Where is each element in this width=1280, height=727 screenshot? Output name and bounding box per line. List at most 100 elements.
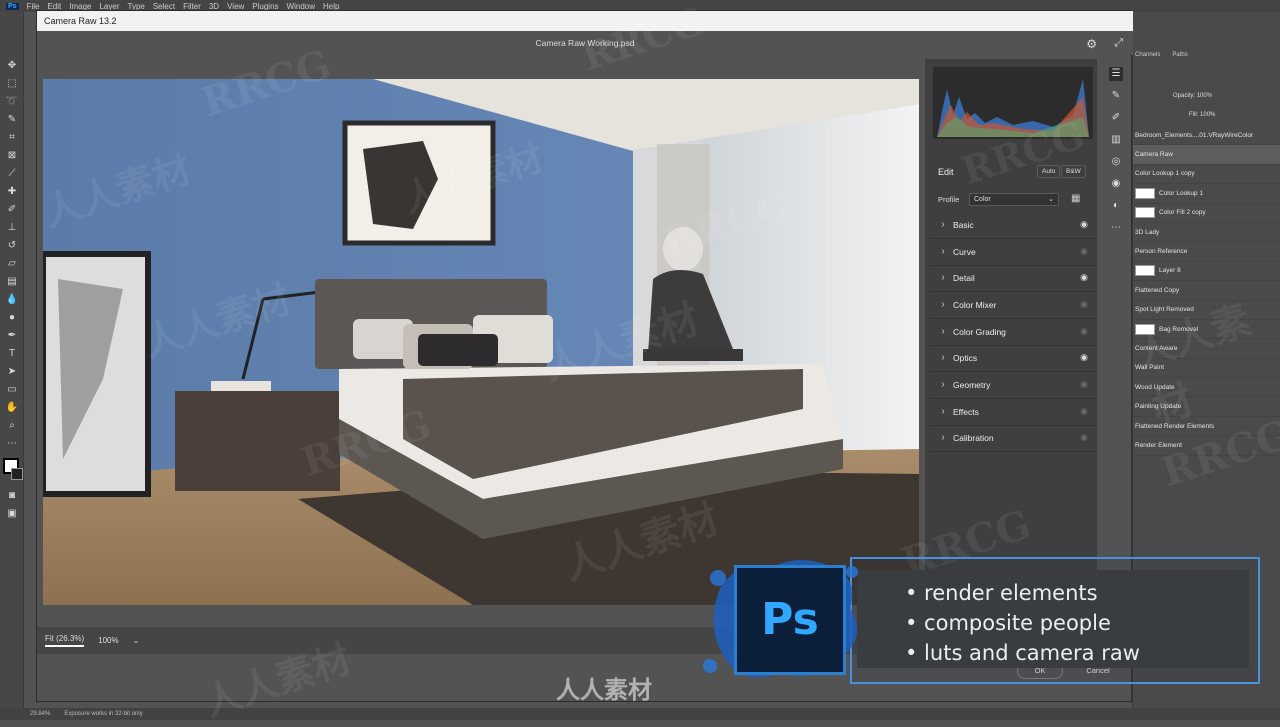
edit-sliders-icon[interactable]: ☰ [1109,67,1123,81]
layer-row[interactable]: Wall Paint [1133,359,1280,379]
layer-name: Render Element [1135,441,1182,449]
layer-row[interactable]: Flattened Copy [1133,281,1280,301]
profile-browser-icon[interactable]: ▦ [1071,193,1080,204]
eraser-tool-icon[interactable]: ▱ [5,258,19,270]
layer-row[interactable]: 3D Lady [1133,223,1280,243]
section-optics[interactable]: › Optics ◉ [930,345,1096,372]
zoom-100-option[interactable]: 100% [98,636,118,645]
fill-label: Fill: [1189,112,1199,118]
crop-tool-icon[interactable]: ⌗ [5,132,19,144]
layer-row[interactable]: Color Fill 2 copy [1133,204,1280,223]
bullet-item: • composite people [905,611,1111,635]
presets-icon[interactable]: ◐ [1109,199,1123,213]
pen-tool-icon[interactable]: ✒ [5,330,19,342]
quick-mask-icon[interactable]: ◙ [5,490,19,502]
type-tool-icon[interactable]: T [5,348,19,360]
eye-icon[interactable]: ◉ [1078,406,1090,417]
chevron-right-icon: › [941,299,945,311]
ps-app-icon: Ps [6,2,19,10]
section-color-mixer[interactable]: › Color Mixer ◉ [930,292,1096,319]
eye-icon[interactable]: ◉ [1078,299,1090,310]
section-geometry[interactable]: › Geometry ◉ [930,372,1096,399]
lasso-tool-icon[interactable]: ➰ [5,96,19,108]
section-label: Curve [953,246,976,257]
healing-tool-icon[interactable]: ✚ [5,186,19,198]
eye-icon[interactable]: ◉ [1078,272,1090,283]
opacity-value[interactable]: 100% [1197,93,1212,99]
chevron-down-icon[interactable]: ⌄ [133,636,140,645]
frame-tool-icon[interactable]: ⊠ [5,150,19,162]
move-tool-icon[interactable]: ✥ [5,60,19,72]
layer-name: Flattened Render Elements [1135,422,1215,430]
quick-select-tool-icon[interactable]: ✎ [5,114,19,126]
eye-icon[interactable]: ◉ [1078,432,1090,443]
fullscreen-icon[interactable]: ⤢ [1114,37,1123,50]
layer-row[interactable]: Person Reference [1133,242,1280,262]
layer-row[interactable]: Color Lookup 1 copy [1133,165,1280,185]
layer-row[interactable]: Bag Removal [1133,320,1280,340]
brush-tool-icon[interactable]: ✐ [5,204,19,216]
eye-icon[interactable]: ◉ [1078,379,1090,390]
section-calibration[interactable]: › Calibration ◉ [930,425,1096,452]
more-icon[interactable]: ⋯ [1109,221,1123,235]
tab-channels[interactable]: Channels [1135,52,1160,58]
section-curve[interactable]: › Curve ◉ [930,239,1096,266]
section-basic[interactable]: › Basic ◉ [930,212,1096,239]
zoom-fit-option[interactable]: Fit (26.3%) [45,634,85,647]
photoshop-logo-text: Ps [761,594,819,645]
graduated-filter-icon[interactable]: ▥ [1109,133,1123,147]
chevron-down-icon: ⌄ [1048,196,1054,203]
blur-tool-icon[interactable]: 💧 [5,294,19,306]
layer-row[interactable]: Flattened Render Elements [1133,417,1280,437]
more-tools-icon[interactable]: ⋯ [5,438,19,450]
zoom-tool-icon[interactable]: ⌕ [5,420,19,432]
chevron-right-icon: › [941,219,945,231]
rectangle-tool-icon[interactable]: ▭ [5,384,19,396]
path-select-tool-icon[interactable]: ➤ [5,366,19,378]
layer-row[interactable]: Wood Update [1133,378,1280,398]
eye-icon[interactable]: ◉ [1078,246,1090,257]
layer-name: Color Fill 2 copy [1159,209,1206,217]
mask-brush-icon[interactable]: ✐ [1109,111,1123,125]
layer-row[interactable]: Content Aware [1133,339,1280,359]
section-effects[interactable]: › Effects ◉ [930,399,1096,426]
dodge-tool-icon[interactable]: ● [5,312,19,324]
fill-control[interactable]: Fill: 100% [1189,112,1215,118]
section-color-grading[interactable]: › Color Grading ◉ [930,319,1096,346]
chevron-right-icon: › [941,406,945,418]
layer-row[interactable]: Bedroom_Elements....01.VRayWireColor [1133,126,1280,146]
tab-paths[interactable]: Paths [1172,52,1187,58]
image-preview[interactable] [43,79,919,605]
gear-icon[interactable]: ⚙ [1086,37,1097,51]
eye-icon[interactable]: ◉ [1078,219,1090,230]
healing-icon[interactable]: ✎ [1109,89,1123,103]
eye-icon[interactable]: ◉ [1078,352,1090,363]
red-eye-icon[interactable]: ◉ [1109,177,1123,191]
layer-row[interactable]: Render Element [1133,436,1280,456]
screen-mode-icon[interactable]: ▣ [5,508,19,520]
brand-logo: 人人素材 [556,677,652,704]
status-zoom[interactable]: 29.84% [30,711,50,717]
auto-button[interactable]: Auto [1037,165,1061,178]
layer-row[interactable]: Layer 8 [1133,262,1280,282]
layer-row[interactable]: Spot Light Removed [1133,301,1280,320]
eye-icon[interactable]: ◉ [1078,326,1090,337]
eyedropper-tool-icon[interactable]: ⟋ [5,168,19,180]
layer-row[interactable]: Camera Raw [1133,145,1280,165]
history-brush-icon[interactable]: ↺ [5,240,19,252]
radial-filter-icon[interactable]: ◎ [1109,155,1123,169]
layer-row[interactable]: Painting Update [1133,397,1280,417]
gradient-tool-icon[interactable]: ▤ [5,276,19,288]
stamp-tool-icon[interactable]: ⊥ [5,222,19,234]
profile-select[interactable]: Color ⌄ [969,193,1059,206]
layer-row[interactable]: Color Lookup 1 [1133,184,1280,204]
bw-button[interactable]: B&W [1061,165,1086,178]
fill-value[interactable]: 100% [1200,112,1215,118]
background-color-swatch[interactable] [11,468,23,480]
section-detail[interactable]: › Detail ◉ [930,265,1096,292]
hand-tool-icon[interactable]: ✋ [5,402,19,414]
section-label: Effects [953,406,979,417]
tool-strip: ☰ ✎ ✐ ▥ ◎ ◉ ◐ ⋯ [1099,59,1133,309]
opacity-control[interactable]: Opacity: 100% [1173,93,1212,99]
marquee-tool-icon[interactable]: ⬚ [5,78,19,90]
